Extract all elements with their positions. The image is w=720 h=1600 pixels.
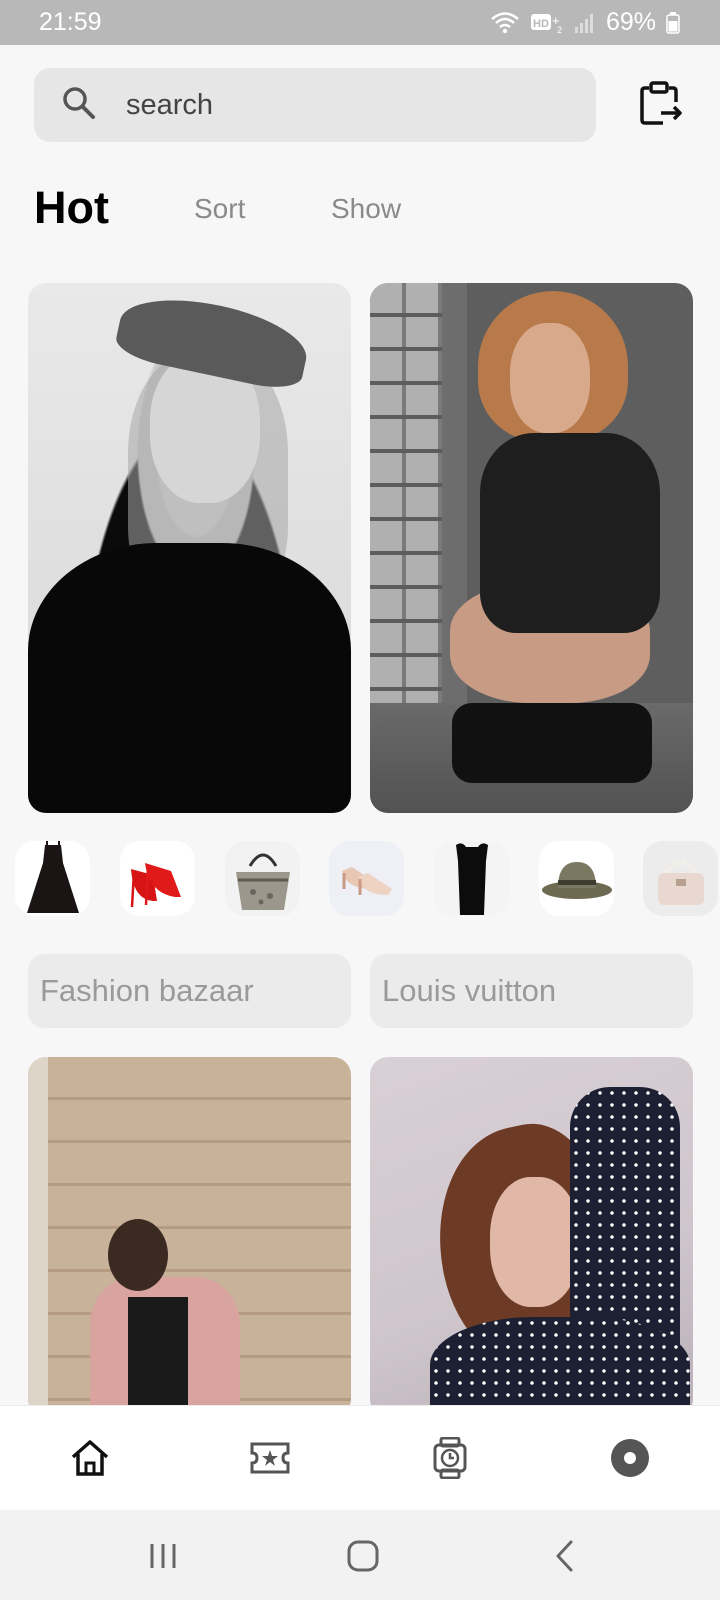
svg-text:HD: HD bbox=[533, 18, 549, 30]
hd-voice-icon: HD +2 bbox=[530, 11, 564, 35]
search-input[interactable]: search bbox=[34, 68, 596, 142]
product-thumbnail-strip bbox=[15, 841, 720, 916]
recent-apps-icon[interactable] bbox=[143, 1536, 183, 1576]
fedora-hat-icon bbox=[541, 861, 612, 899]
photo-face bbox=[510, 323, 590, 433]
product-thumb-nude-pumps[interactable] bbox=[329, 841, 404, 916]
tab-hot[interactable]: Hot bbox=[34, 182, 109, 234]
search-placeholder: search bbox=[126, 88, 214, 121]
svg-text:2: 2 bbox=[557, 25, 562, 35]
system-navigation-bar bbox=[0, 1510, 720, 1600]
home-button-icon[interactable] bbox=[343, 1536, 383, 1576]
brand-chip-label: Louis vuitton bbox=[382, 973, 557, 1008]
photo-card-model-by-wall[interactable] bbox=[370, 283, 693, 813]
photo-scaffold bbox=[28, 1057, 48, 1417]
nav-profile-button[interactable] bbox=[606, 1434, 654, 1482]
photo-dress bbox=[128, 1297, 188, 1417]
status-icons: HD +2 69% bbox=[490, 8, 680, 37]
battery-icon bbox=[666, 11, 680, 35]
photo-boots bbox=[452, 703, 652, 783]
photo-hair bbox=[108, 1219, 168, 1291]
photo-card-model-pink-coat[interactable] bbox=[28, 1057, 351, 1417]
photo-sweater bbox=[28, 543, 351, 813]
product-thumb-fedora-hat[interactable] bbox=[539, 841, 614, 916]
black-slip-dress-icon bbox=[455, 843, 488, 915]
brand-chip-fashion-bazaar[interactable]: Fashion bazaar bbox=[28, 954, 351, 1028]
battery-percent: 69% bbox=[605, 8, 656, 36]
snakeskin-tote-icon bbox=[235, 853, 290, 910]
back-icon[interactable] bbox=[545, 1536, 585, 1576]
red-heels-icon bbox=[130, 862, 181, 907]
product-thumb-pearl-handbag[interactable] bbox=[643, 841, 718, 916]
nav-watch-button[interactable] bbox=[426, 1434, 474, 1482]
photo-dress bbox=[480, 433, 660, 633]
profile-disc-icon bbox=[611, 1439, 649, 1477]
watch-icon bbox=[433, 1437, 467, 1479]
nav-home-button[interactable] bbox=[66, 1434, 114, 1482]
status-time: 21:59 bbox=[39, 8, 102, 36]
tab-show[interactable]: Show bbox=[331, 193, 401, 225]
product-thumb-snakeskin-tote[interactable] bbox=[225, 841, 300, 916]
home-icon bbox=[71, 1440, 109, 1476]
wifi-icon bbox=[490, 11, 520, 35]
signal-icon bbox=[574, 12, 596, 34]
product-thumb-red-heels[interactable] bbox=[120, 841, 195, 916]
photo-brick-wall bbox=[370, 283, 442, 713]
pearl-handbag-icon bbox=[657, 859, 704, 905]
status-bar: 21:59 HD +2 69% bbox=[0, 0, 720, 45]
bottom-navigation bbox=[0, 1405, 720, 1510]
photo-polka-dot-shirt bbox=[430, 1317, 690, 1417]
product-thumb-black-dress[interactable] bbox=[15, 841, 90, 916]
tab-sort[interactable]: Sort bbox=[194, 193, 245, 225]
clipboard-export-icon[interactable] bbox=[636, 78, 686, 128]
nude-pumps-icon bbox=[341, 866, 392, 895]
nav-tickets-button[interactable] bbox=[246, 1434, 294, 1482]
photo-card-model-polka-dot[interactable] bbox=[370, 1057, 693, 1417]
brand-chip-label: Fashion bazaar bbox=[40, 973, 254, 1008]
black-dress-icon bbox=[26, 841, 79, 913]
photo-face bbox=[490, 1177, 580, 1307]
ticket-star-icon bbox=[250, 1442, 290, 1474]
photo-card-model-in-cap[interactable] bbox=[28, 283, 351, 813]
category-tabs: Hot Sort Show bbox=[34, 180, 694, 240]
brand-chip-louis-vuitton[interactable]: Louis vuitton bbox=[370, 954, 693, 1028]
search-icon bbox=[60, 84, 98, 127]
product-thumb-black-slip-dress[interactable] bbox=[434, 841, 509, 916]
